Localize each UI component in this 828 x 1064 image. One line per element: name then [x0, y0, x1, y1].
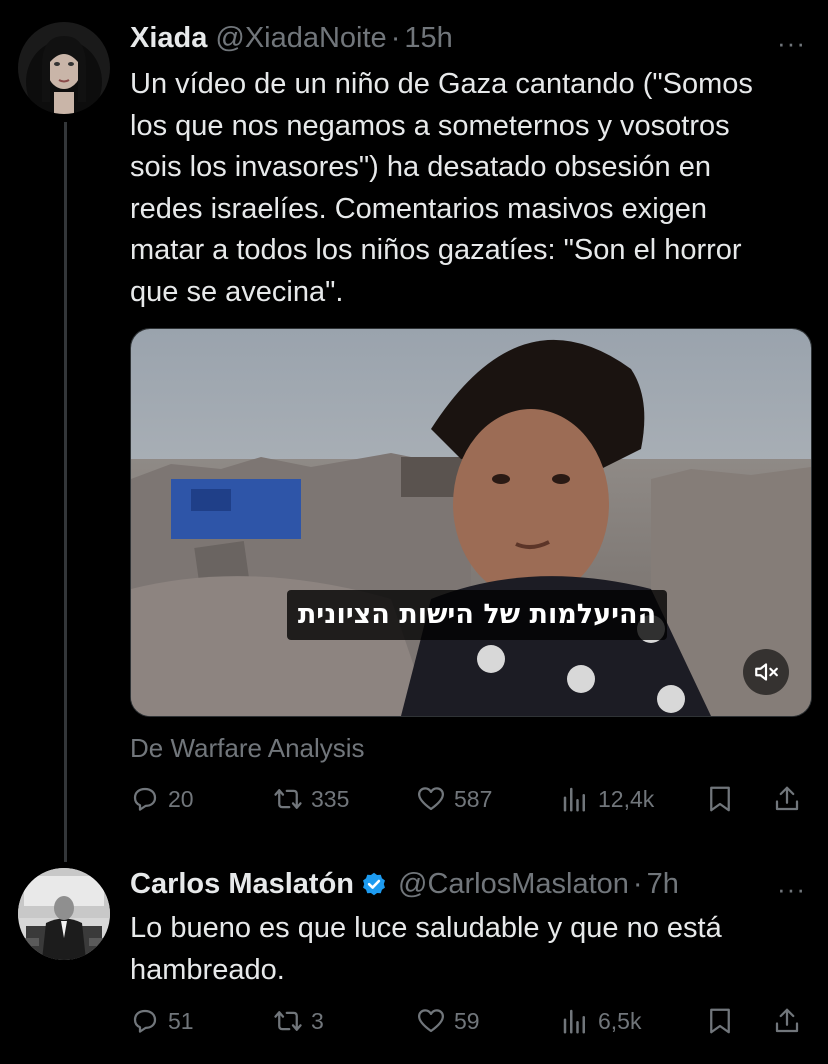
timestamp[interactable]: 7h [647, 868, 679, 901]
timestamp[interactable]: 15h [404, 22, 452, 55]
more-options-button[interactable]: ··· [777, 874, 806, 905]
share-button[interactable] [772, 1006, 810, 1036]
thread-connector-line [64, 122, 67, 862]
reply-icon [130, 1006, 168, 1036]
views-count: 6,5k [598, 1007, 642, 1034]
tweet-text-line: hambreado. [130, 953, 285, 986]
like-button[interactable]: 59 [416, 1006, 480, 1036]
views-icon [560, 1006, 598, 1036]
more-options-button[interactable]: ··· [777, 28, 806, 59]
reply-button[interactable]: 51 [130, 1006, 194, 1036]
video-caption: ההיעלמות של הישות הציונית [287, 590, 667, 640]
heart-icon [416, 784, 454, 814]
reply-count: 20 [168, 785, 194, 812]
avatar[interactable] [18, 22, 110, 114]
tweet-actions: 51 3 59 6,5k [130, 1006, 810, 1042]
reply-icon [130, 784, 168, 814]
separator-dot: · [390, 22, 401, 54]
tweet-text-line: los que nos negamos a someternos y vosot… [130, 109, 730, 142]
views-button[interactable]: 12,4k [560, 784, 654, 814]
repost-icon [273, 1006, 311, 1036]
views-count: 12,4k [598, 785, 655, 812]
display-name[interactable]: Xiada [130, 22, 207, 55]
mute-icon [755, 663, 778, 681]
bookmark-button[interactable] [705, 784, 743, 814]
tweet-header: Carlos Maslatón @CarlosMaslaton · 7h [130, 868, 679, 901]
video-player[interactable]: ההיעלמות של הישות הציונית [130, 328, 812, 717]
bookmark-icon [705, 784, 743, 814]
mute-button[interactable] [743, 649, 789, 695]
bookmark-icon [705, 1006, 743, 1036]
tweet-text-line: matar a todos los niños gazatíes: "Son e… [130, 234, 742, 266]
share-icon [772, 784, 810, 814]
like-button[interactable]: 587 [416, 784, 492, 814]
tweet-text-line: sois los invasores") ha desatado obsesió… [130, 151, 711, 183]
reply-count: 51 [168, 1007, 194, 1034]
tweet-actions: 20 335 587 12,4k [130, 784, 810, 820]
repost-icon [273, 784, 311, 814]
repost-count: 3 [311, 1007, 324, 1034]
repost-button[interactable]: 335 [273, 784, 349, 814]
tweet-text-line: Lo bueno es que luce saludable y que no … [130, 912, 722, 944]
like-count: 587 [454, 785, 493, 812]
separator-dot: · [632, 868, 643, 900]
tweet-text: Lo bueno es que luce saludable y que no … [130, 908, 722, 991]
share-icon [772, 1006, 810, 1036]
user-handle[interactable]: @CarlosMaslaton [398, 868, 629, 901]
verified-badge-icon [360, 871, 388, 899]
views-button[interactable]: 6,5k [560, 1006, 641, 1036]
heart-icon [416, 1006, 454, 1036]
share-button[interactable] [772, 784, 810, 814]
user-handle[interactable]: @XiadaNoite [215, 22, 386, 55]
repost-button[interactable]: 3 [273, 1006, 324, 1036]
views-icon [560, 784, 598, 814]
tweet-text-line: que se avecina". [130, 275, 344, 308]
video-attribution[interactable]: De Warfare Analysis [130, 733, 365, 764]
display-name[interactable]: Carlos Maslatón [130, 868, 354, 901]
tweet-text-line: redes israelíes. Comentarios masivos exi… [130, 192, 708, 225]
tweet-text-line: Un vídeo de un niño de Gaza cantando ("S… [130, 68, 753, 100]
like-count: 59 [454, 1007, 480, 1034]
repost-count: 335 [311, 785, 350, 812]
avatar[interactable] [18, 868, 110, 960]
tweet-header: Xiada @XiadaNoite · 15h [130, 22, 453, 55]
video-frame [131, 329, 811, 716]
tweet-text: Un vídeo de un niño de Gaza cantando ("S… [130, 64, 753, 313]
bookmark-button[interactable] [705, 1006, 743, 1036]
reply-button[interactable]: 20 [130, 784, 194, 814]
